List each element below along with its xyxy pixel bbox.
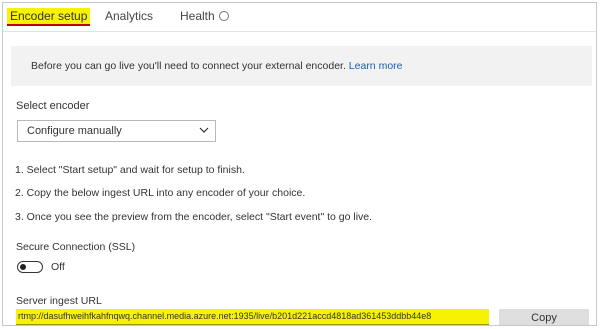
ssl-toggle[interactable] bbox=[17, 261, 43, 273]
encoder-setup-panel: Encoder setup Analytics Health Before yo… bbox=[2, 2, 597, 326]
toggle-knob bbox=[20, 263, 26, 270]
select-encoder-label: Select encoder bbox=[16, 100, 90, 112]
tab-bar: Encoder setup Analytics Health bbox=[3, 3, 596, 31]
encoder-select-value: Configure manually bbox=[27, 125, 122, 137]
step-item: 3. Once you see the preview from the enc… bbox=[15, 211, 373, 223]
info-circle-icon bbox=[218, 11, 229, 21]
step-item: 2. Copy the below ingest URL into any en… bbox=[15, 187, 306, 199]
tab-health[interactable]: Health bbox=[180, 8, 229, 26]
banner-message: Before you can go live you'll need to co… bbox=[31, 60, 403, 72]
ingest-url-label: Server ingest URL bbox=[16, 295, 102, 307]
info-banner: Before you can go live you'll need to co… bbox=[11, 46, 592, 86]
tab-analytics-label: Analytics bbox=[105, 9, 154, 23]
tab-analytics[interactable]: Analytics bbox=[105, 8, 153, 26]
tab-encoder-setup-label: Encoder setup bbox=[10, 9, 88, 23]
tab-encoder-setup[interactable]: Encoder setup bbox=[7, 8, 91, 26]
ssl-toggle-state: Off bbox=[51, 261, 65, 273]
ssl-label: Secure Connection (SSL) bbox=[16, 241, 136, 253]
copy-button[interactable]: Copy bbox=[499, 309, 589, 325]
banner-text: Before you can go live you'll need to co… bbox=[31, 60, 346, 72]
tab-divider bbox=[3, 31, 596, 32]
ingest-url-field[interactable]: rtmp://dasufhweihfkahfnqwq.channel.media… bbox=[16, 309, 489, 325]
tab-health-label: Health bbox=[180, 9, 215, 23]
encoder-select[interactable]: Configure manually bbox=[17, 120, 216, 142]
step-item: 1. Select "Start setup" and wait for set… bbox=[15, 164, 245, 176]
chevron-down-icon bbox=[199, 127, 209, 133]
learn-more-link[interactable]: Learn more bbox=[349, 60, 403, 72]
